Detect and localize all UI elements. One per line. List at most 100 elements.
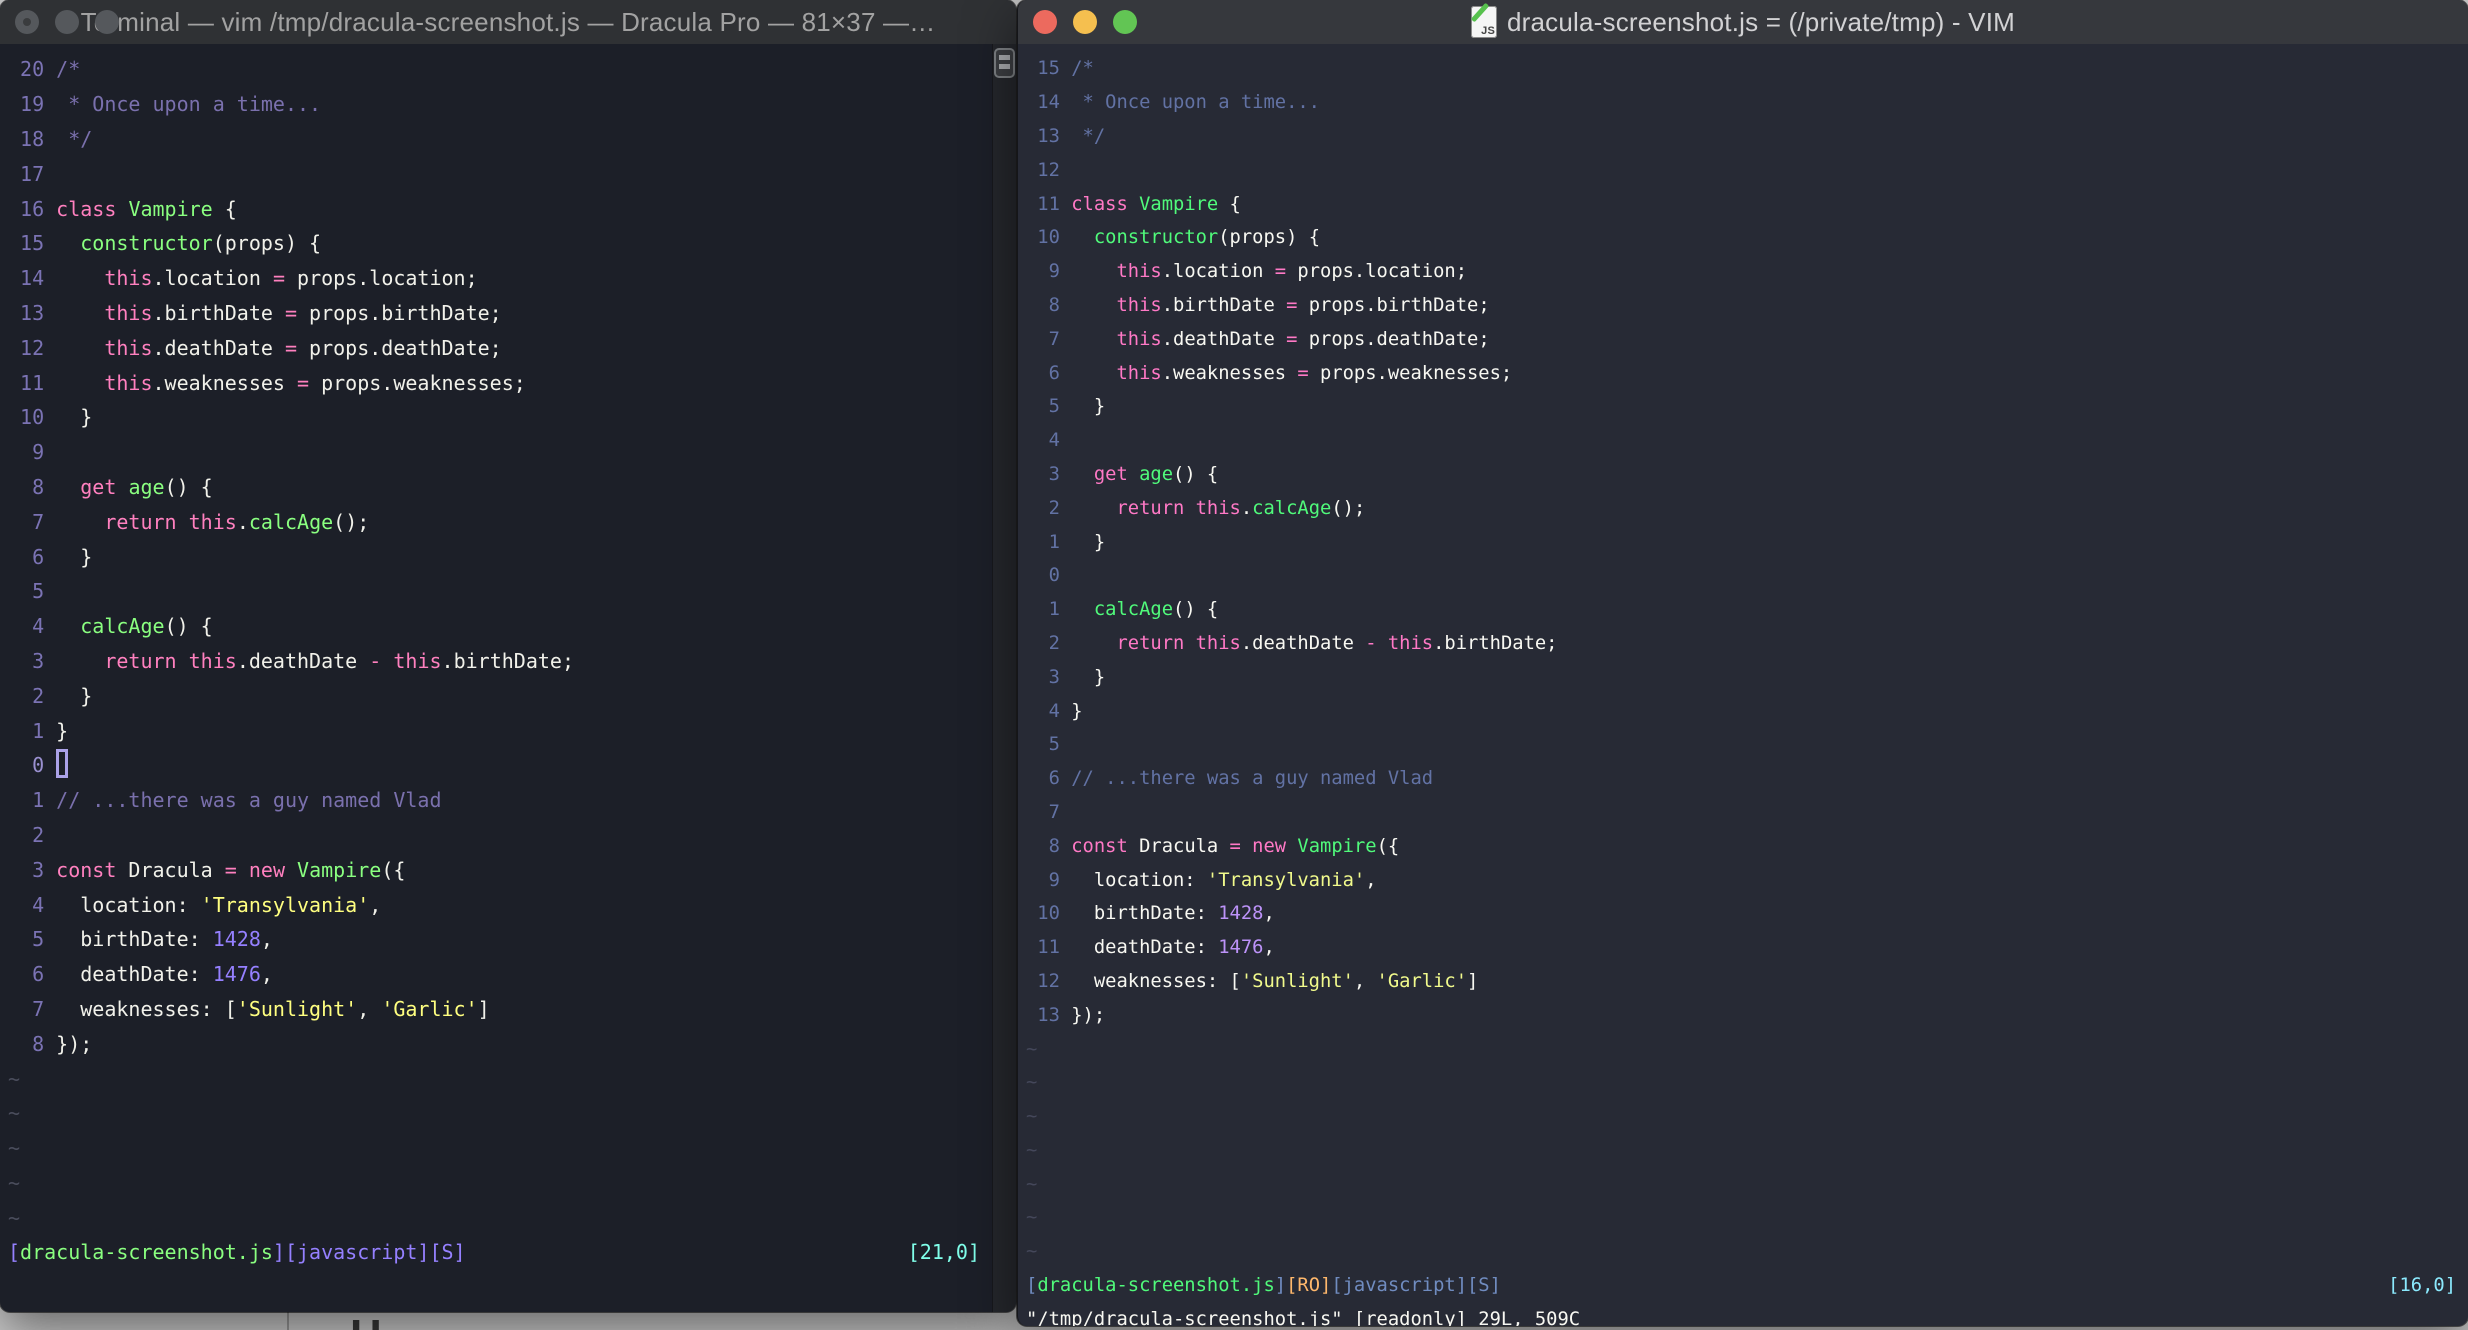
code-segment: .deathDate bbox=[152, 335, 285, 360]
line-number: 1 bbox=[8, 718, 57, 743]
code-line: 6 // ...there was a guy named Vlad bbox=[1018, 762, 2468, 796]
code-segment: 'Transylvania' bbox=[200, 892, 370, 917]
code-segment: this bbox=[104, 370, 153, 395]
terminal-titlebar[interactable]: Terminal — vim /tmp/dracula-screenshot.j… bbox=[0, 0, 1016, 44]
line-number: 13 bbox=[8, 300, 57, 325]
code-segment: constructor bbox=[1093, 227, 1219, 249]
split-pane-button[interactable] bbox=[994, 48, 1015, 78]
line-number: 11 bbox=[1026, 937, 1072, 959]
code-segment: this bbox=[104, 335, 153, 360]
code-line: 3 const Dracula = new Vampire({ bbox=[0, 852, 1016, 887]
code-segment: Vampire bbox=[1139, 193, 1219, 215]
line-number: 8 bbox=[1026, 835, 1072, 857]
code-segment: props.location; bbox=[284, 266, 478, 291]
code-segment: , bbox=[260, 962, 273, 987]
code-line: 16 class Vampire { bbox=[0, 191, 1016, 226]
zoom-button[interactable] bbox=[95, 10, 119, 34]
code-line: 15 /* bbox=[1018, 52, 2468, 86]
line-number: 4 bbox=[1026, 430, 1072, 452]
code-segment: this bbox=[1195, 632, 1241, 654]
code-segment: /* bbox=[1071, 58, 1094, 80]
code-segment: } bbox=[56, 405, 93, 430]
tilde-marker: ~ bbox=[8, 1101, 21, 1126]
code-segment: 1476 bbox=[212, 962, 261, 987]
code-line: 9 this .location = props.location; bbox=[1018, 255, 2468, 289]
cursor-position: [21,0] bbox=[908, 1240, 980, 1264]
cursor-position-text: [16,0] bbox=[2388, 1275, 2456, 1297]
code-segment: , bbox=[1263, 903, 1275, 925]
vim-cursor bbox=[56, 749, 69, 778]
code-line: ~ bbox=[0, 1096, 1016, 1131]
line-number: 5 bbox=[8, 579, 57, 604]
code-segment: location: bbox=[56, 892, 201, 917]
code-segment: return bbox=[104, 509, 177, 534]
macvim-window: JS dracula-screenshot.js = (/private/tmp… bbox=[1017, 0, 2468, 1326]
line-number: 4 bbox=[8, 614, 57, 639]
code-segment: = bbox=[284, 335, 298, 360]
macvim-titlebar[interactable]: JS dracula-screenshot.js = (/private/tmp… bbox=[1018, 0, 2468, 44]
line-number: 2 bbox=[1026, 632, 1072, 654]
vim-commandline bbox=[0, 1270, 1016, 1305]
code-segment: , bbox=[260, 927, 273, 952]
code-segment: this bbox=[393, 648, 442, 673]
line-number: 12 bbox=[1026, 970, 1072, 992]
zoom-button[interactable] bbox=[1113, 10, 1137, 34]
vim-editor-left[interactable]: 20 /* 19 * Once upon a time... 18 */ 17 … bbox=[0, 44, 1016, 1312]
minimize-button[interactable] bbox=[55, 10, 79, 34]
code-segment: age bbox=[1139, 463, 1174, 485]
code-line: 9 location: 'Transylvania', bbox=[1018, 863, 2468, 897]
code-line: 0 bbox=[1018, 559, 2468, 593]
code-line: 10 constructor (props) { bbox=[1018, 221, 2468, 255]
code-segment: - bbox=[1365, 632, 1377, 654]
close-button[interactable] bbox=[1033, 10, 1057, 34]
code-line: ~ bbox=[0, 1200, 1016, 1235]
vim-commandline: "/tmp/dracula-screenshot.js" [readonly] … bbox=[1018, 1302, 2468, 1326]
code-segment: birthDate: bbox=[1071, 903, 1219, 925]
tilde-marker: ~ bbox=[1026, 1038, 1038, 1060]
code-line: 9 bbox=[0, 435, 1016, 470]
code-segment: Dracula bbox=[1127, 835, 1230, 857]
code-line: 4 bbox=[1018, 424, 2468, 458]
code-segment: = bbox=[1286, 294, 1298, 316]
line-number: 16 bbox=[8, 196, 57, 221]
code-line: ~ bbox=[1018, 1032, 2468, 1066]
code-segment: this bbox=[1195, 497, 1241, 519]
code-line: 2 return this. calcAge (); bbox=[1018, 491, 2468, 525]
line-number: 3 bbox=[1026, 463, 1072, 485]
line-number: 8 bbox=[8, 474, 57, 499]
code-segment: * Once upon a time... bbox=[1071, 92, 1320, 114]
minimize-button[interactable] bbox=[1073, 10, 1097, 34]
code-line: 5 bbox=[1018, 728, 2468, 762]
line-number: 15 bbox=[8, 231, 57, 256]
line-number: 0 bbox=[1026, 565, 1072, 587]
line-number: 11 bbox=[1026, 193, 1072, 215]
tilde-marker: ~ bbox=[1026, 1173, 1038, 1195]
code-segment: this bbox=[1116, 261, 1162, 283]
close-button[interactable] bbox=[15, 10, 39, 34]
code-segment: , bbox=[1263, 937, 1275, 959]
statusline-text: ][javascript][S] bbox=[272, 1240, 466, 1265]
code-segment: = bbox=[1229, 835, 1241, 857]
code-line: 6 } bbox=[0, 539, 1016, 574]
line-number: 0 bbox=[8, 753, 57, 778]
code-segment: ({ bbox=[381, 857, 406, 882]
code-segment: return bbox=[104, 648, 177, 673]
line-number: 7 bbox=[1026, 328, 1072, 350]
code-line: 4 location: 'Transylvania', bbox=[0, 887, 1016, 922]
code-line: 1 } bbox=[0, 713, 1016, 748]
vim-editor-right[interactable]: 15 /* 14 * Once upon a time... 13 */ 12 … bbox=[1018, 44, 2468, 1326]
code-segment: () { bbox=[164, 614, 213, 639]
code-line: 12 bbox=[1018, 153, 2468, 187]
code-line: 8 get age() { bbox=[0, 470, 1016, 505]
terminal-scrollbar[interactable] bbox=[992, 44, 1016, 1312]
code-segment: birthDate: bbox=[56, 927, 213, 952]
code-segment: , bbox=[369, 892, 382, 917]
statusline-text: [ bbox=[1026, 1275, 1038, 1297]
